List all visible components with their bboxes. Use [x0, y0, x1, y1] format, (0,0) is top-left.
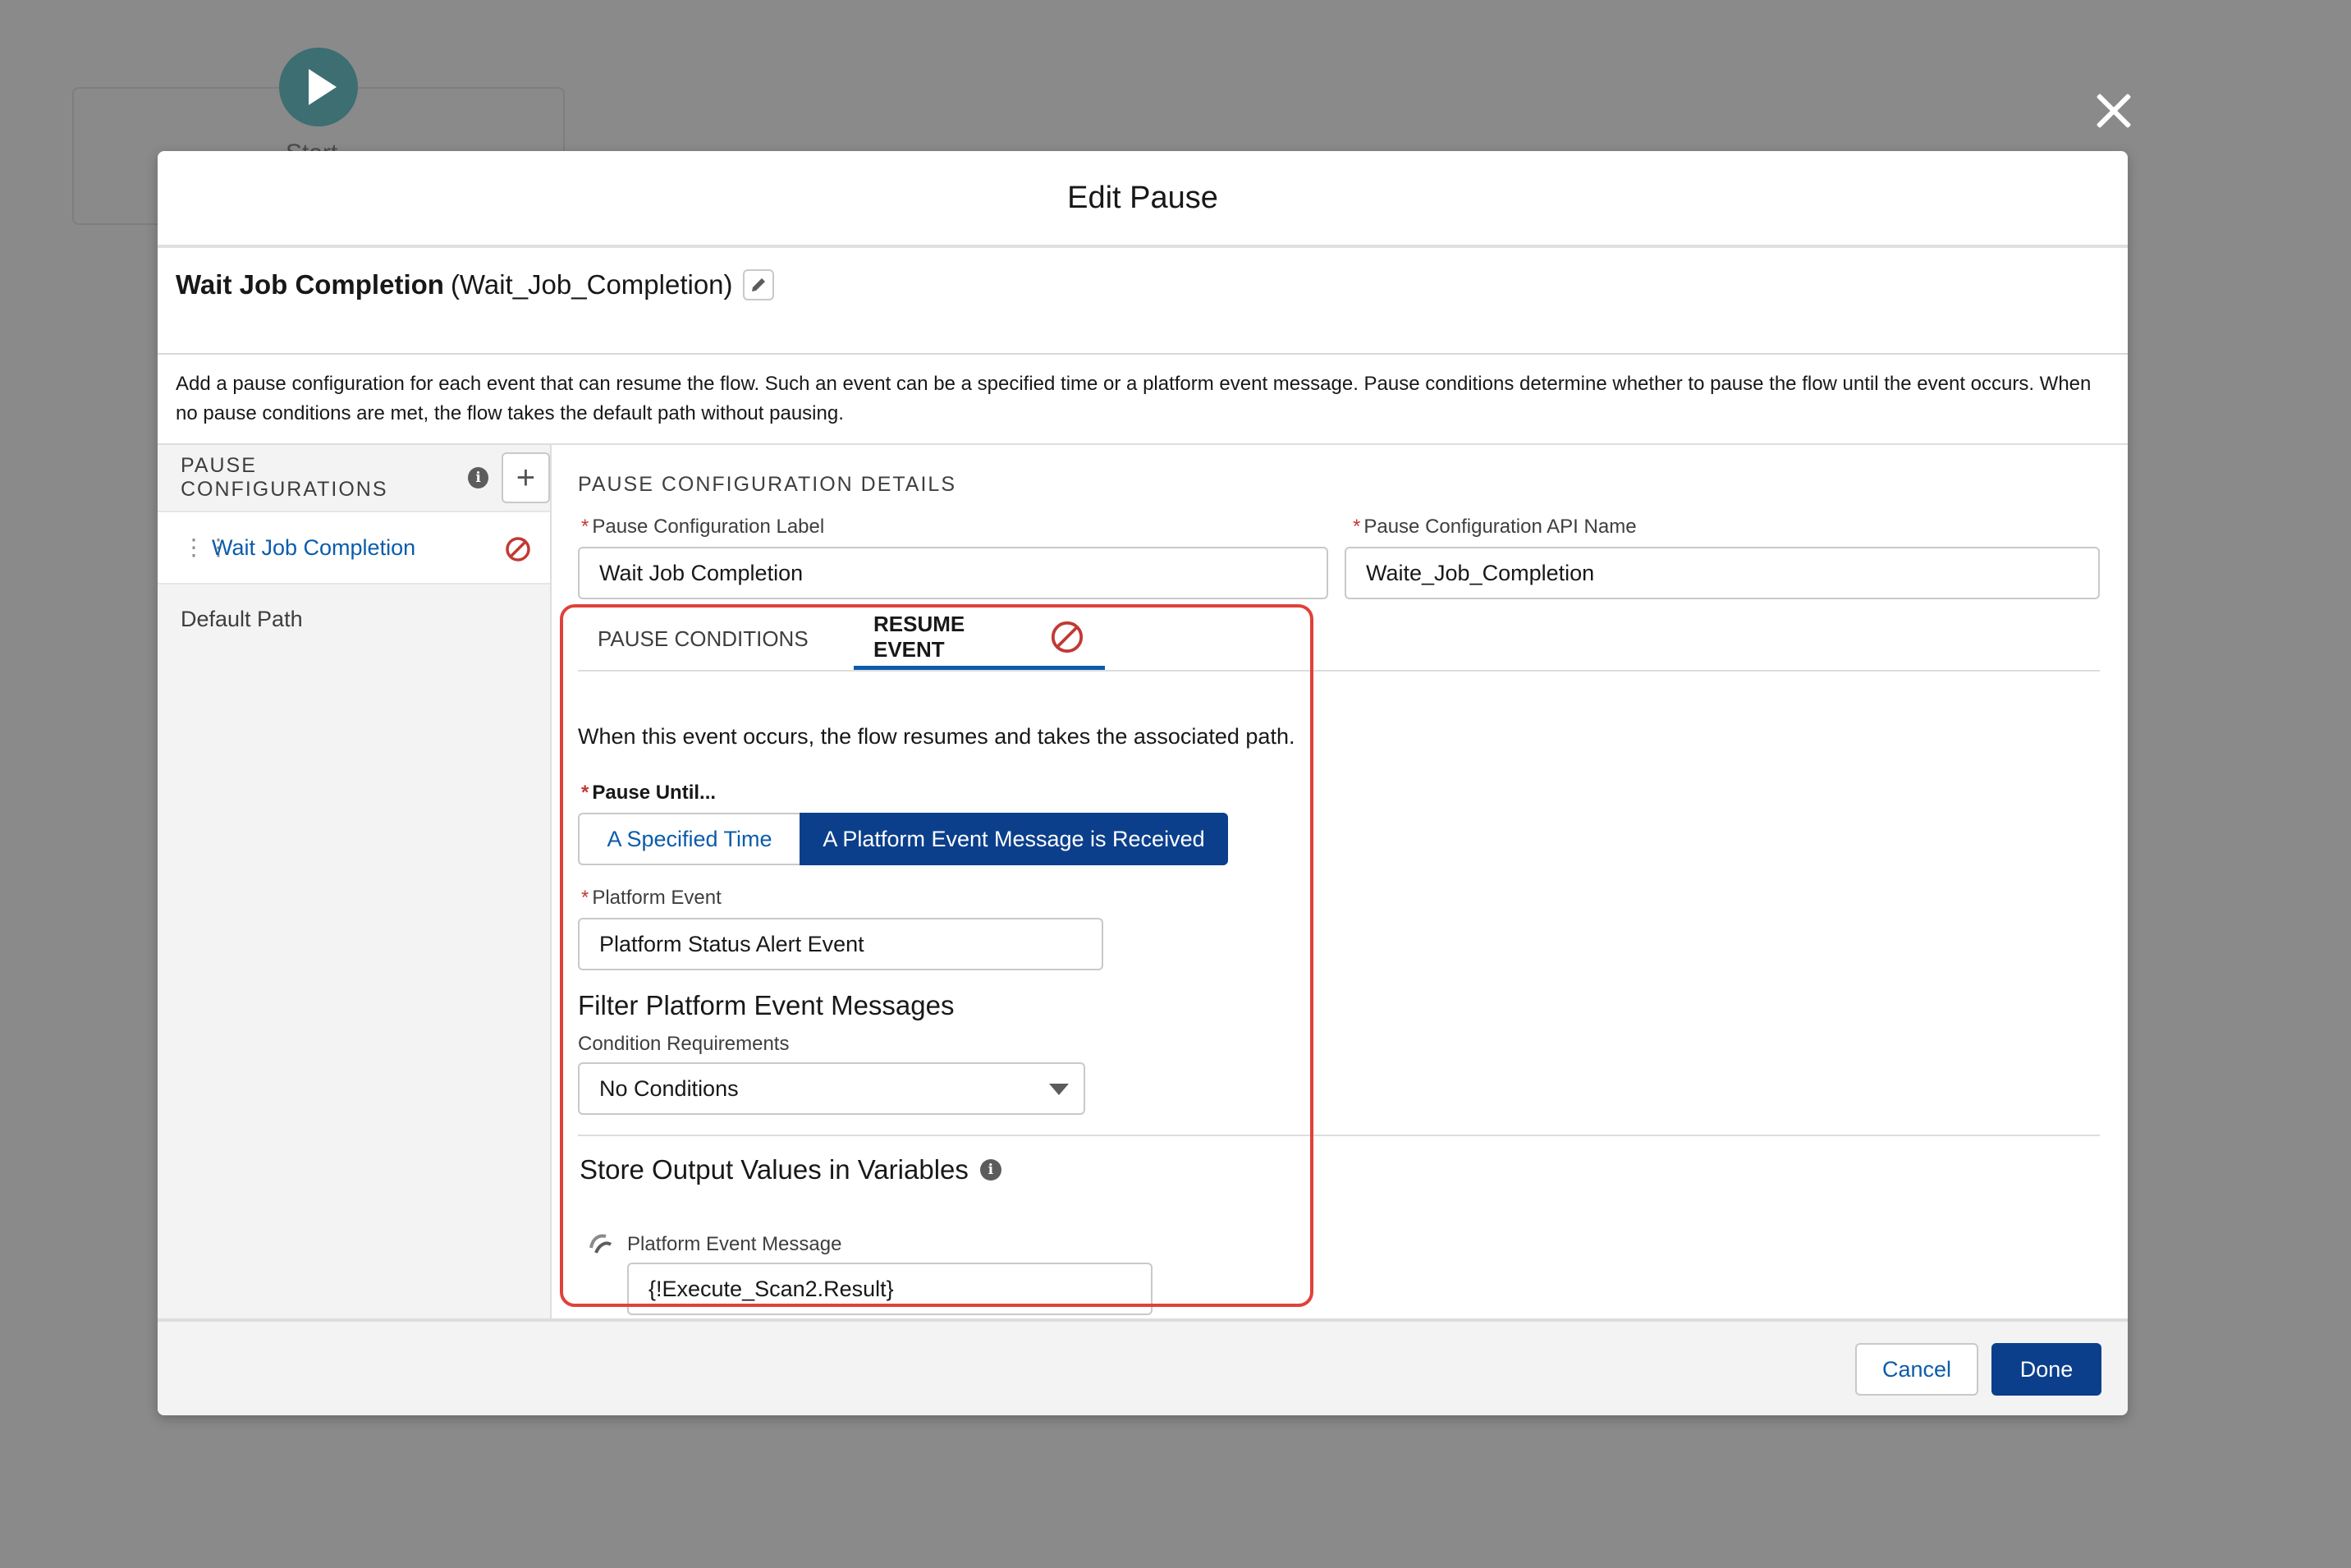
modal-title: Edit Pause	[1067, 180, 1218, 215]
element-label: Wait Job Completion	[176, 269, 444, 300]
sidebar-item-wait-job-completion[interactable]: ⋮⋮ Wait Job Completion	[158, 511, 550, 585]
cancel-button[interactable]: Cancel	[1855, 1343, 1978, 1396]
details-heading: PAUSE CONFIGURATION DETAILS	[578, 473, 956, 496]
done-button[interactable]: Done	[1991, 1343, 2101, 1396]
specified-time-option[interactable]: A Specified Time	[578, 813, 800, 865]
modal-header: Edit Pause	[158, 151, 2128, 248]
pause-description: Add a pause configuration for each event…	[176, 373, 2092, 424]
error-icon	[1051, 621, 1084, 653]
output-heading-row: Store Output Values in Variables i	[580, 1154, 1001, 1185]
tab-pause-conditions[interactable]: PAUSE CONDITIONS	[598, 607, 809, 670]
filter-heading: Filter Platform Event Messages	[578, 990, 955, 1020]
pause-configuration-api-name-input[interactable]: Waite_Job_Completion	[1345, 547, 2100, 599]
condition-requirements-value: No Conditions	[599, 1075, 739, 1101]
pause-until-label: * Pause Until...	[581, 782, 717, 804]
pause-until-toggle: A Specified Time A Platform Event Messag…	[578, 813, 1228, 865]
info-icon[interactable]: i	[979, 1159, 1001, 1181]
platform-event-input[interactable]: Platform Status Alert Event	[578, 918, 1103, 970]
platform-event-label: * Platform Event	[581, 887, 722, 909]
element-header: Wait Job Completion (Wait_Job_Completion…	[158, 248, 2128, 355]
divider	[578, 1135, 2100, 1136]
sidebar-heading: PAUSE CONFIGURATIONS	[181, 454, 388, 501]
resume-event-description: When this event occurs, the flow resumes…	[578, 724, 1295, 749]
pause-configuration-label-input[interactable]: Wait Job Completion	[578, 547, 1328, 599]
info-icon[interactable]: i	[468, 467, 488, 488]
edit-label-button[interactable]	[742, 269, 774, 300]
chevron-down-icon	[1049, 1084, 1069, 1095]
sidebar-item-default-path[interactable]: Default Path	[158, 585, 550, 653]
error-icon	[506, 537, 530, 562]
modal-footer: Cancel Done	[158, 1318, 2128, 1415]
condition-requirements-select[interactable]: No Conditions	[578, 1062, 1085, 1115]
start-play-icon	[279, 48, 358, 126]
platform-event-message-input[interactable]: {!Execute_Scan2.Result}	[627, 1263, 1153, 1315]
drag-handle-icon[interactable]: ⋮⋮	[182, 536, 230, 559]
api-name-field-label: * Pause Configuration API Name	[1353, 516, 1637, 538]
modal-body: PAUSE CONFIGURATIONS i + ⋮⋮ Wait Job Com…	[158, 443, 2128, 1318]
element-api-name: (Wait_Job_Completion)	[450, 269, 733, 300]
add-pause-configuration-button[interactable]: +	[501, 452, 550, 503]
pause-configurations-sidebar: PAUSE CONFIGURATIONS i + ⋮⋮ Wait Job Com…	[158, 445, 552, 1318]
platform-event-option[interactable]: A Platform Event Message is Received	[800, 813, 1228, 865]
variable-icon	[589, 1234, 612, 1254]
pause-configuration-details: PAUSE CONFIGURATION DETAILS * Pause Confi…	[552, 445, 2128, 1318]
configuration-tabs: PAUSE CONDITIONS RESUME EVENT	[578, 607, 2100, 672]
edit-pause-modal: Edit Pause Wait Job Completion (Wait_Job…	[158, 151, 2128, 1415]
platform-event-message-label: Platform Event Message	[627, 1233, 842, 1255]
pencil-icon	[751, 278, 765, 291]
tab-resume-event[interactable]: RESUME EVENT	[854, 607, 1105, 670]
sidebar-header: PAUSE CONFIGURATIONS i +	[158, 445, 550, 511]
output-heading: Store Output Values in Variables	[580, 1154, 969, 1185]
close-icon[interactable]	[2093, 90, 2134, 131]
sidebar-item-label: Wait Job Completion	[212, 534, 416, 560]
condition-requirements-label: Condition Requirements	[578, 1033, 790, 1055]
label-field-label: * Pause Configuration Label	[581, 516, 825, 538]
tab-resume-event-label: RESUME EVENT	[873, 611, 965, 662]
